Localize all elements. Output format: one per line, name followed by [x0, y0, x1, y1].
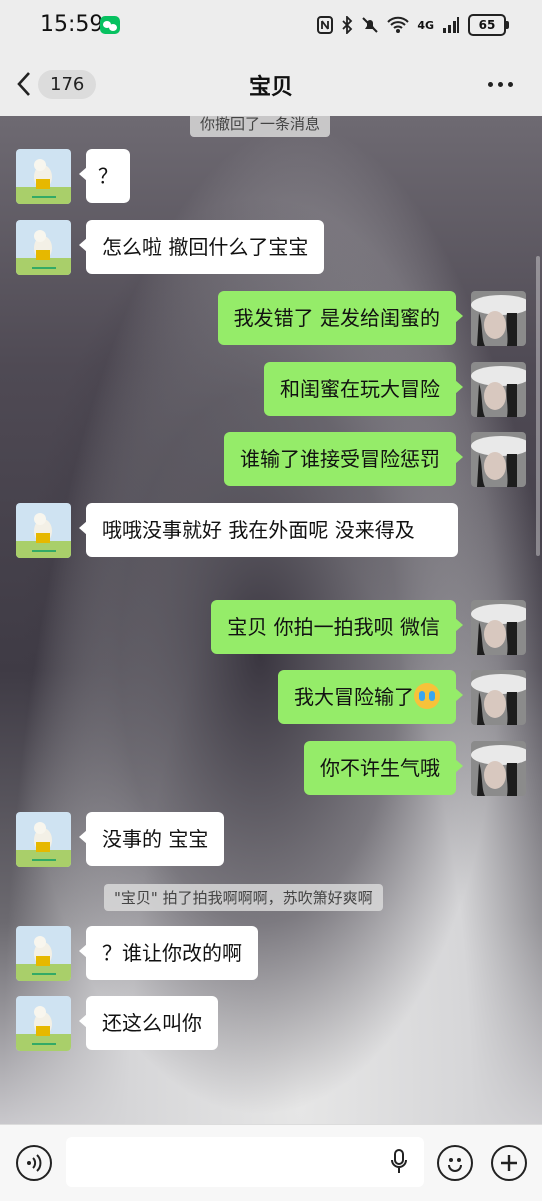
message-text: 我大冒险输了 [294, 685, 414, 709]
smiley-icon [448, 1158, 462, 1172]
my-avatar[interactable] [471, 432, 526, 487]
input-bar [0, 1124, 542, 1201]
contact-avatar[interactable] [16, 220, 71, 275]
emoji-button[interactable] [437, 1145, 473, 1181]
my-avatar[interactable] [471, 741, 526, 796]
battery-level: 65 [478, 18, 496, 32]
status-time: 15:59 [40, 12, 104, 37]
user-photo-avatar-icon [471, 432, 526, 487]
wechat-notification-icon [100, 16, 120, 34]
voice-toggle-button[interactable] [16, 1145, 52, 1181]
snoopy-avatar-icon [16, 149, 71, 204]
voice-wave-icon [27, 1154, 42, 1172]
message-bubble[interactable]: 谁输了谁接受冒险惩罚 [224, 432, 463, 486]
scrollbar[interactable] [536, 256, 540, 556]
snoopy-avatar-icon [16, 503, 71, 558]
user-photo-avatar-icon [471, 670, 526, 725]
message-bubble[interactable]: 你不许生气哦 [304, 741, 463, 795]
crying-face-emoji-icon [414, 683, 440, 709]
battery-icon: 65 [468, 14, 509, 36]
contact-avatar[interactable] [16, 996, 71, 1051]
mute-icon [362, 17, 379, 33]
status-icons: 4G 65 [317, 14, 509, 36]
system-message-recall: 你撤回了一条消息 [190, 116, 331, 137]
contact-avatar[interactable] [16, 149, 71, 204]
system-message-pat: "宝贝" 拍了拍我啊啊啊，苏吹箫好爽啊 [104, 884, 383, 911]
contact-avatar[interactable] [16, 926, 71, 981]
add-more-button[interactable] [491, 1145, 527, 1181]
plus-icon [501, 1155, 517, 1171]
message-bubble[interactable]: 哦哦没事就好 我在外面呢 没来得及 [79, 503, 458, 557]
message-bubble[interactable]: 怎么啦 撤回什么了宝宝 [78, 220, 325, 274]
snoopy-avatar-icon [16, 812, 71, 867]
more-dot-icon [488, 81, 493, 87]
microphone-icon[interactable] [390, 1149, 408, 1175]
signal-icon [443, 17, 459, 33]
wifi-icon [387, 16, 410, 33]
nfc-icon [317, 16, 334, 34]
my-avatar[interactable] [471, 362, 526, 417]
my-avatar[interactable] [471, 291, 526, 346]
status-bar: 15:59 4G 65 [0, 0, 542, 52]
user-photo-avatar-icon [471, 362, 526, 417]
contact-avatar[interactable] [16, 503, 71, 558]
user-photo-avatar-icon [471, 600, 526, 655]
network-type: 4G [417, 18, 434, 32]
snoopy-avatar-icon [16, 220, 71, 275]
contact-avatar[interactable] [16, 812, 71, 867]
chat-area[interactable]: 你撤回了一条消息 ？ 怎么啦 撤回什么了宝宝 我发错了 是发给闺蜜的 和闺蜜在玩… [0, 116, 542, 1124]
more-options-button[interactable] [488, 72, 518, 96]
more-dot-icon [508, 81, 513, 87]
more-dot-icon [498, 81, 503, 87]
chat-title: 宝贝 [248, 75, 293, 100]
message-bubble[interactable]: ？ [79, 149, 130, 203]
chat-header: 176 宝贝 [0, 52, 542, 116]
snoopy-avatar-icon [16, 996, 71, 1051]
message-bubble[interactable]: 还这么叫你 [79, 996, 218, 1050]
message-bubble[interactable]: 我大冒险输了 [278, 670, 463, 724]
snoopy-avatar-icon [16, 926, 71, 981]
user-photo-avatar-icon [471, 291, 526, 346]
message-bubble[interactable]: 和闺蜜在玩大冒险 [264, 362, 463, 416]
message-input[interactable] [66, 1137, 424, 1187]
bluetooth-icon [342, 16, 353, 34]
user-photo-avatar-icon [471, 741, 526, 796]
message-bubble[interactable]: 我发错了 是发给闺蜜的 [217, 291, 464, 345]
message-bubble[interactable]: 宝贝 你拍一拍我呗 微信 [211, 600, 463, 654]
message-bubble[interactable]: 没事的 宝宝 [78, 812, 225, 866]
message-bubble[interactable]: ？谁让你改的啊 [79, 926, 258, 980]
my-avatar[interactable] [471, 600, 526, 655]
my-avatar[interactable] [471, 670, 526, 725]
